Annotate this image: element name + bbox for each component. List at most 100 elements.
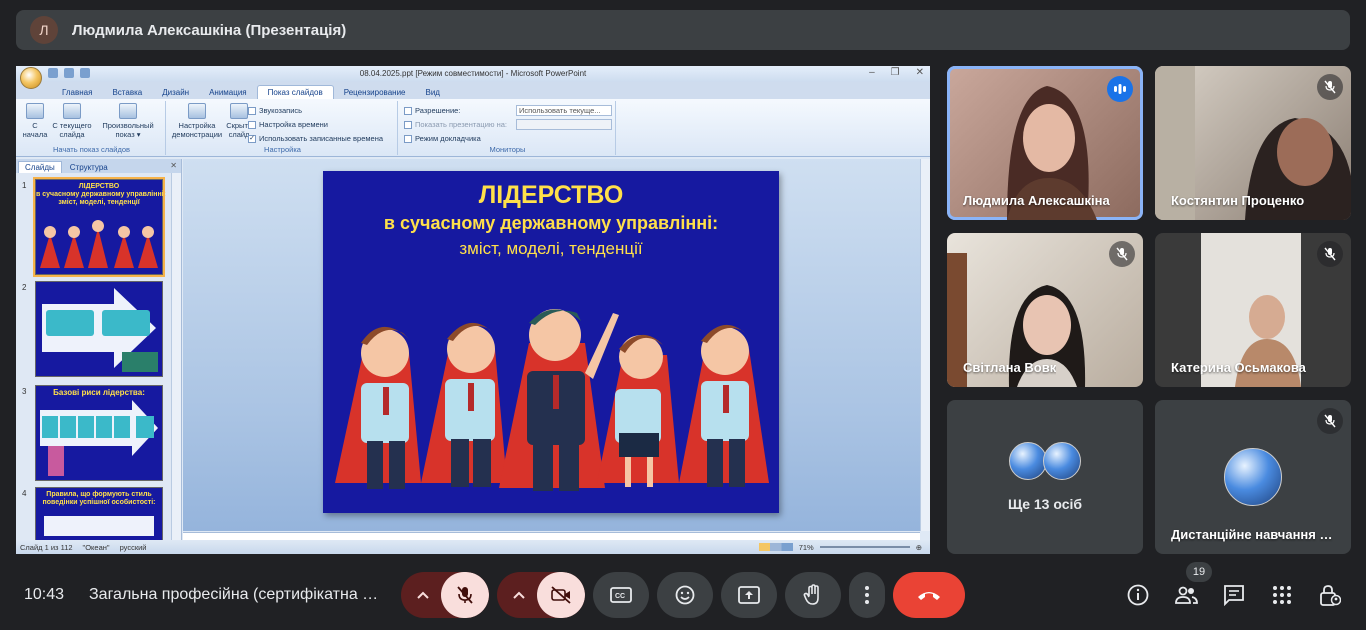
- slide-thumbnail: [35, 281, 163, 377]
- ribbon-group-setup: Настройка демонстрации Скрыть слайд Звук…: [168, 101, 398, 155]
- muted-mic-icon: [1317, 408, 1343, 434]
- clock: 10:43: [24, 586, 65, 603]
- ribbon: С начала С текущего слайда Произвольный …: [16, 99, 930, 157]
- participant-tile[interactable]: Катерина Осьмакова: [1155, 233, 1351, 387]
- resolution-label: Разрешение:: [404, 106, 460, 115]
- more-vert-icon: [865, 586, 869, 604]
- camera-toggle-button[interactable]: [537, 572, 585, 618]
- globe-avatar-icon: [1224, 448, 1282, 506]
- participant-name: Світлана Вовк: [963, 360, 1057, 375]
- closed-captions-icon: CC: [610, 587, 632, 603]
- audio-options-button[interactable]: [401, 572, 445, 618]
- activities-button[interactable]: [1269, 582, 1295, 608]
- raise-hand-button[interactable]: [785, 572, 841, 618]
- raise-hand-icon: [803, 584, 819, 605]
- notes-pane: [183, 532, 920, 540]
- ribbon-group-name: Мониторы: [489, 145, 526, 154]
- participant-tile[interactable]: Людмила Алексашкіна: [947, 66, 1143, 220]
- resolution-select: Использовать текуще...: [516, 105, 612, 116]
- ppt-window-title: 08.04.2025.ppt [Режим совместимости] - M…: [359, 69, 587, 78]
- ribbon-tab: Вставка: [112, 88, 143, 97]
- checkbox-checked-icon: ✓: [248, 134, 256, 143]
- thumb-number: 2: [22, 283, 27, 292]
- more-participants-label: Ще 13 осіб: [1007, 496, 1083, 512]
- ribbon-group-start: С начала С текущего слайда Произвольный …: [18, 101, 166, 155]
- participant-tile[interactable]: Дистанційне навчання Луганськ: [1155, 400, 1351, 554]
- checkbox-icon: [404, 134, 412, 143]
- mic-off-icon: [457, 586, 473, 604]
- thumb-title: Правила, що формують стиль поведінки усп…: [42, 491, 156, 506]
- captions-button[interactable]: CC: [593, 572, 649, 618]
- monitor-icon: [404, 106, 412, 115]
- hide-slide-icon: [230, 103, 248, 119]
- people-button[interactable]: [1173, 582, 1199, 608]
- participant-name: Катерина Осьмакова: [1171, 360, 1306, 375]
- pane-tab-outline: Структура: [69, 163, 108, 172]
- office-button-icon: [20, 67, 42, 89]
- slide-subtitle-2: зміст, моделі, тенденції: [459, 239, 643, 258]
- muted-mic-icon: [1317, 74, 1343, 100]
- canvas-scrollbar: [920, 159, 930, 531]
- status-theme: "Океан": [82, 542, 110, 552]
- meeting-name: Загальна професійна (сертифікатна програ…: [89, 586, 385, 603]
- participant-tile[interactable]: Світлана Вовк: [947, 233, 1143, 387]
- setup-show-button: Настройка демонстрации: [170, 103, 224, 139]
- ppt-statusbar: Слайд 1 из 112 "Океан" русский 71% ⊕: [16, 540, 930, 554]
- globe-avatar-icon: [1009, 442, 1047, 480]
- ribbon-group-name: Начать показ слайдов: [52, 145, 131, 154]
- reactions-button[interactable]: [657, 572, 713, 618]
- superheroes-illustration-icon: [335, 309, 769, 491]
- presenter-view-checkbox: Режим докладчика: [404, 134, 481, 143]
- participant-name: Людмила Алексашкіна: [963, 193, 1110, 208]
- restore-icon: ❐: [890, 67, 900, 78]
- superheroes-icon: [40, 220, 158, 268]
- record-icon: [248, 106, 256, 115]
- more-options-button[interactable]: [849, 572, 885, 618]
- emoji-icon: [675, 585, 695, 605]
- leave-call-button[interactable]: [893, 572, 965, 618]
- thumb-title: ЛІДЕРСТВО в сучасному державному управлі…: [36, 183, 166, 206]
- slide-thumbnail: Базові риси лідерства:: [35, 385, 163, 481]
- people-icon: [1175, 586, 1198, 604]
- meeting-info-button[interactable]: [1125, 582, 1151, 608]
- ribbon-tab: Дизайн: [162, 88, 190, 97]
- participant-name: Костянтин Проценко: [1171, 193, 1305, 208]
- slides-pane: Слайды Структура ✕ 1 ЛІДЕРСТВО в сучасно…: [16, 159, 182, 547]
- svg-text:CC: CC: [615, 593, 625, 600]
- window-controls: – ❐ ✕: [869, 67, 924, 78]
- slide-canvas: ЛІДЕРСТВО в сучасному державному управлі…: [183, 159, 930, 531]
- present-screen-button[interactable]: [721, 572, 777, 618]
- thumb-number: 4: [22, 489, 27, 498]
- mic-control-group: [401, 572, 489, 618]
- participants-count-badge: 19: [1186, 562, 1212, 582]
- host-controls-button[interactable]: [1317, 582, 1343, 608]
- chat-button[interactable]: [1221, 582, 1247, 608]
- participant-name: Дистанційне навчання Луганськ: [1171, 527, 1341, 542]
- status-zoom: 71%: [798, 542, 814, 552]
- slide-thumbnail: Правила, що формують стиль поведінки усп…: [35, 487, 163, 547]
- presenter-avatar: Л: [30, 16, 58, 44]
- from-current-button: С текущего слайда: [50, 103, 94, 139]
- chevron-up-icon: [513, 591, 525, 599]
- more-participants-tile[interactable]: Ще 13 осіб: [947, 400, 1143, 554]
- thumb-title: Базові риси лідерства:: [53, 388, 145, 397]
- globe-avatar-icon: [1043, 442, 1081, 480]
- apps-grid-icon: [1273, 586, 1291, 604]
- video-options-button[interactable]: [497, 572, 541, 618]
- present-screen-icon: [738, 586, 760, 604]
- rehearse-timings-item: Настройка времени: [248, 120, 328, 129]
- status-right: 71% ⊕: [758, 542, 930, 552]
- slide-thumbnail: ЛІДЕРСТВО в сучасному державному управлі…: [33, 177, 166, 277]
- participant-tile[interactable]: Костянтин Проценко: [1155, 66, 1351, 220]
- from-beginning-button: С начала: [22, 103, 48, 139]
- shared-powerpoint-window: 08.04.2025.ppt [Режим совместимости] - M…: [16, 66, 930, 554]
- mic-toggle-button[interactable]: [441, 572, 489, 618]
- lock-person-icon: [1320, 585, 1341, 606]
- slide-title: ЛІДЕРСТВО: [478, 181, 624, 209]
- muted-mic-icon: [1109, 241, 1135, 267]
- participant-avatars: [1009, 442, 1081, 480]
- ribbon-tab: Анимация: [209, 88, 247, 97]
- thumb-number: 3: [22, 387, 27, 396]
- ppt-titlebar: 08.04.2025.ppt [Режим совместимости] - M…: [16, 66, 930, 89]
- hang-up-icon: [918, 592, 940, 600]
